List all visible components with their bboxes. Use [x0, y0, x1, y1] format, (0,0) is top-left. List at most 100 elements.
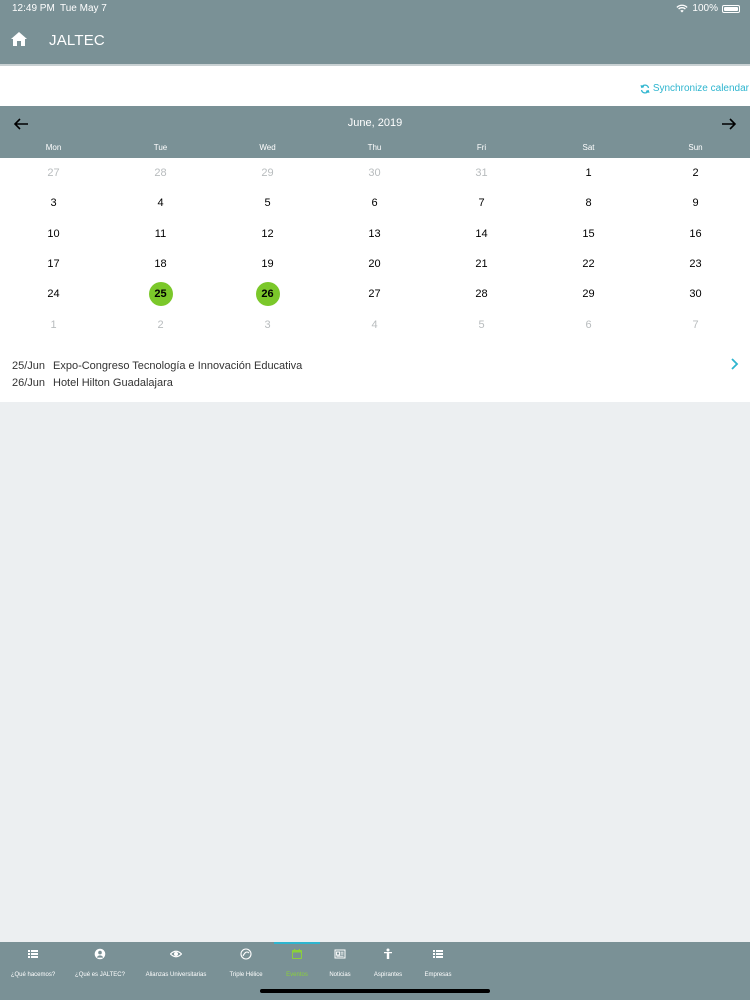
day-number: 6 [371, 197, 378, 210]
day-number: 28 [154, 167, 167, 179]
calendar-day[interactable]: 28 [428, 279, 535, 309]
event-item[interactable]: 26/Jun Hotel Hilton Guadalajara [0, 375, 750, 392]
calendar-grid: 27 28 29 30 31 1 2 3 4 5 6 7 8 9 10 11 12 13 14 15 16 17 18 19 2… [0, 158, 750, 340]
calendar-day[interactable]: 3 [0, 188, 107, 218]
calendar-header: June, 2019 Mon Tue Wed Thu Fri Sat Sun [0, 106, 750, 158]
status-bar: 12:49 PM Tue May 7 100% [0, 0, 750, 18]
day-number: 6 [585, 318, 592, 331]
calendar-day[interactable]: 28 [107, 158, 214, 188]
calendar-day[interactable]: 22 [535, 249, 642, 279]
calendar-day[interactable]: 2 [642, 158, 749, 188]
calendar-day[interactable]: 9 [642, 188, 749, 218]
day-number: 29 [261, 167, 274, 179]
calendar-day[interactable]: 6 [535, 310, 642, 340]
person-icon [384, 948, 392, 959]
home-indicator [260, 989, 490, 993]
event-title: Hotel Hilton Guadalajara [53, 377, 173, 389]
calendar-day[interactable]: 16 [642, 219, 749, 249]
day-number: 3 [264, 318, 271, 331]
user-circle-icon [94, 948, 106, 960]
calendar-day[interactable]: 2 [107, 310, 214, 340]
event-item[interactable]: 25/Jun Expo-Congreso Tecnología e Innova… [0, 358, 750, 375]
calendar-day[interactable]: 8 [535, 188, 642, 218]
weekday-label: Thu [367, 143, 382, 152]
calendar-day[interactable]: 4 [107, 188, 214, 218]
day-number: 28 [475, 288, 488, 301]
next-month-arrow-icon[interactable] [720, 115, 738, 133]
status-indicators: 100% [676, 3, 740, 14]
calendar-day[interactable]: 15 [535, 219, 642, 249]
calendar-day[interactable]: 7 [642, 310, 749, 340]
weekday-label: Mon [45, 143, 62, 152]
tab-item[interactable]: ¿Qué hacemos? [0, 948, 68, 978]
calendar-day[interactable]: 31 [428, 158, 535, 188]
active-tab-indicator [274, 942, 320, 944]
day-number: 9 [692, 197, 699, 210]
calendar-day[interactable]: 5 [214, 188, 321, 218]
day-number: 25 [148, 282, 173, 307]
calendar-day[interactable]: 29 [535, 279, 642, 309]
day-number: 20 [368, 257, 381, 270]
calendar-day[interactable]: 12 [214, 219, 321, 249]
weekday-label: Wed [259, 143, 276, 152]
calendar-day[interactable]: 30 [642, 279, 749, 309]
day-number: 15 [582, 227, 595, 240]
calendar-day[interactable]: 23 [642, 249, 749, 279]
calendar-day[interactable]: 5 [428, 310, 535, 340]
day-number: 27 [368, 288, 381, 301]
newspaper-icon [334, 949, 346, 959]
calendar-day[interactable]: 1 [535, 158, 642, 188]
nav-bar: JALTEC [0, 18, 750, 64]
day-number: 19 [261, 257, 274, 270]
calendar-day[interactable]: 17 [0, 249, 107, 279]
calendar-day[interactable]: 4 [321, 310, 428, 340]
synchronize-calendar-link[interactable]: Synchronize calendar [640, 83, 749, 94]
weekday-label: Tue [153, 143, 168, 152]
tab-item[interactable]: Empresas [403, 948, 473, 978]
calendar-day[interactable]: 21 [428, 249, 535, 279]
home-icon[interactable] [10, 30, 28, 48]
calendar-day[interactable]: 27 [0, 158, 107, 188]
day-number: 7 [478, 197, 485, 210]
tab-item[interactable]: ¿Qué es JALTEC? [65, 948, 135, 978]
day-number: 14 [475, 227, 488, 240]
list-icon [28, 950, 38, 958]
list-icon [433, 950, 443, 958]
day-number: 2 [157, 318, 164, 331]
day-number: 10 [47, 227, 60, 240]
calendar-day[interactable]: 30 [321, 158, 428, 188]
chevron-right-icon[interactable] [730, 357, 740, 371]
day-number: 4 [371, 318, 378, 331]
page-title: JALTEC [49, 32, 105, 49]
day-number: 29 [582, 288, 595, 301]
calendar-day[interactable]: 29 [214, 158, 321, 188]
helix-icon [240, 948, 252, 960]
calendar-day[interactable]: 19 [214, 249, 321, 279]
event-list: 25/Jun Expo-Congreso Tecnología e Innova… [0, 340, 750, 402]
calendar-day[interactable]: 27 [321, 279, 428, 309]
calendar-day[interactable]: 10 [0, 219, 107, 249]
calendar-day[interactable]: 1 [0, 310, 107, 340]
day-number: 26 [255, 282, 280, 307]
weekday-label: Sat [582, 143, 595, 152]
status-date: Tue May 7 [60, 3, 107, 14]
day-number: 5 [264, 197, 271, 210]
calendar-day[interactable]: 3 [214, 310, 321, 340]
weekday-label: Sun [688, 143, 703, 152]
calendar-day[interactable]: 24 [0, 279, 107, 309]
status-time: 12:49 PM [12, 3, 55, 14]
calendar-day-event[interactable]: 26 [214, 279, 321, 309]
month-label: June, 2019 [347, 117, 403, 129]
weekday-row: Mon Tue Wed Thu Fri Sat Sun [0, 143, 750, 155]
calendar-day-event[interactable]: 25 [107, 279, 214, 309]
battery-percent: 100% [692, 3, 718, 14]
calendar-day[interactable]: 7 [428, 188, 535, 218]
calendar-day[interactable]: 11 [107, 219, 214, 249]
calendar-day[interactable]: 13 [321, 219, 428, 249]
calendar-day[interactable]: 14 [428, 219, 535, 249]
battery-icon [722, 4, 740, 13]
calendar-day[interactable]: 20 [321, 249, 428, 279]
calendar-day[interactable]: 18 [107, 249, 214, 279]
calendar-day[interactable]: 6 [321, 188, 428, 218]
tab-item[interactable]: Alianzas Universitarias [141, 948, 211, 978]
